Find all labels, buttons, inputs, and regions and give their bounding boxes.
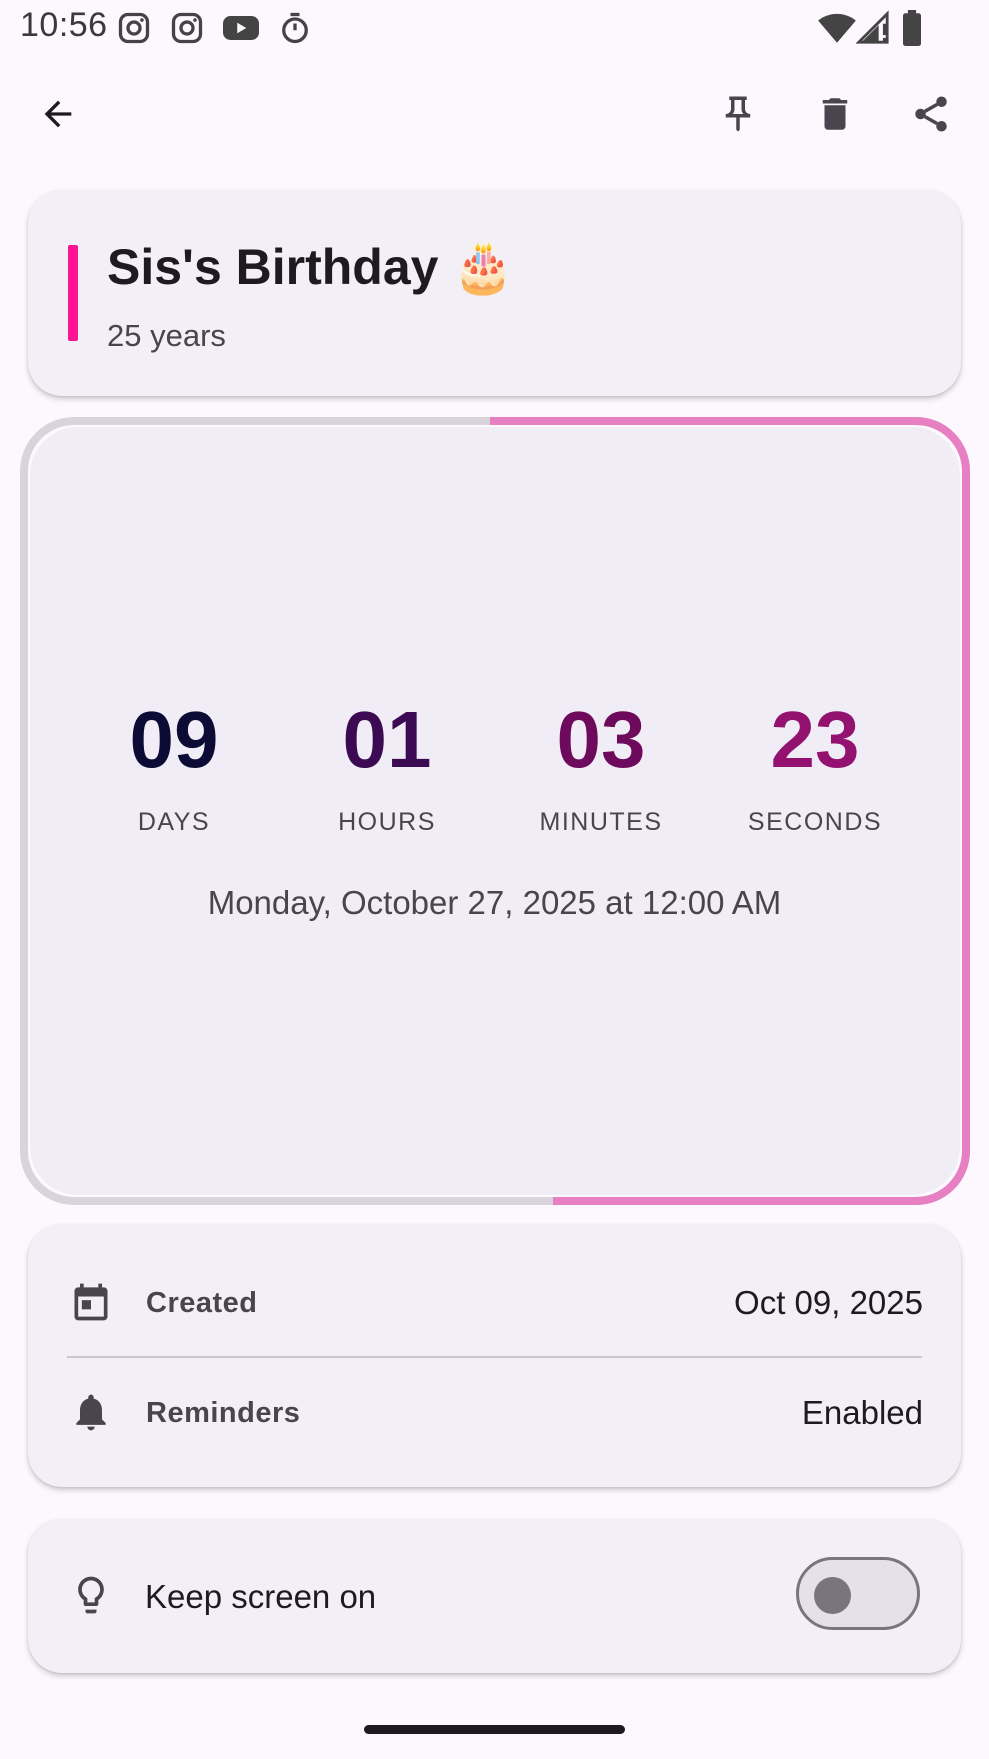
days-label: DAYS: [137, 808, 211, 836]
seconds-label: SECONDS: [747, 808, 883, 836]
details-divider: [67, 1356, 922, 1358]
reminders-label: Reminders: [146, 1397, 301, 1429]
days-value: 09: [129, 695, 219, 784]
hours-value: 01: [342, 695, 432, 784]
home-indicator[interactable]: [364, 1725, 625, 1734]
created-label: Created: [146, 1287, 258, 1319]
keep-screen-label: Keep screen on: [145, 1578, 377, 1615]
seconds-value: 23: [770, 695, 860, 784]
hours-label: HOURS: [338, 808, 436, 836]
target-date: Monday, October 27, 2025 at 12:00 AM: [207, 884, 782, 921]
keep-screen-toggle[interactable]: [796, 1557, 920, 1630]
minutes-value: 03: [556, 695, 646, 784]
reminders-value: Enabled: [801, 1394, 923, 1431]
bell-icon: [76, 1394, 106, 1431]
created-value: Oct 09, 2025: [734, 1284, 923, 1321]
calendar-icon: [74, 1283, 108, 1321]
minutes-label: MINUTES: [539, 808, 663, 836]
toggle-thumb: [814, 1577, 851, 1614]
lightbulb-icon: [78, 1576, 104, 1614]
